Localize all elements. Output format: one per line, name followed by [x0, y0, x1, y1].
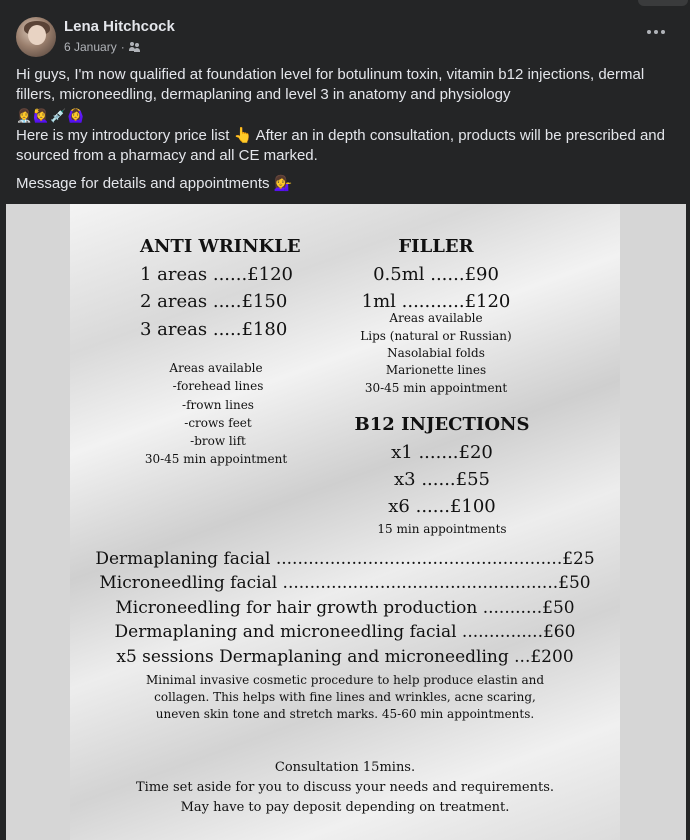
post-date[interactable]: 6 January: [64, 40, 117, 54]
anti-wrinkle-duration: 30-45 min appointment: [144, 452, 288, 466]
filler-area: Nasolabial folds: [387, 346, 485, 360]
anti-wrinkle-price: 1 areas ......£120: [140, 264, 293, 285]
price-list-flyer: ANTI WRINKLE 1 areas ......£120 2 areas …: [70, 204, 620, 840]
filler-duration: 30-45 min appointment: [364, 381, 508, 395]
consultation-line: Consultation 15mins.: [274, 760, 416, 775]
consultation-line: Time set aside for you to discuss your n…: [136, 780, 554, 795]
anti-wrinkle-title: ANTI WRINKLE: [140, 236, 301, 257]
anti-wrinkle-price: 3 areas .....£180: [140, 319, 288, 340]
meta-separator: ·: [120, 40, 125, 54]
dot-icon: [647, 30, 651, 34]
b12-price: x6 ......£100: [388, 496, 496, 517]
b12-title: B12 INJECTIONS: [354, 414, 530, 435]
filler-areas-title: Areas available: [389, 311, 483, 325]
anti-wrinkle-areas-title: Areas available: [169, 361, 263, 375]
anti-wrinkle-area: -crows feet: [184, 416, 252, 430]
b12-duration: 15 min appointments: [377, 522, 507, 536]
filler-title: FILLER: [398, 236, 474, 257]
filler-price: 0.5ml ......£90: [373, 264, 499, 285]
anti-wrinkle-area: -brow lift: [190, 434, 246, 448]
consultation-line: May have to pay deposit depending on tre…: [180, 800, 510, 815]
anti-wrinkle-price: 2 areas .....£150: [140, 291, 288, 312]
filler-area: Marionette lines: [385, 363, 487, 377]
filler-price: 1ml ...........£120: [361, 291, 511, 312]
post-meta: 6 January ·: [64, 40, 141, 54]
treatment-price: Microneedling facial ...................…: [99, 573, 591, 593]
author-name[interactable]: Lena Hitchcock: [64, 18, 175, 35]
more-options-button[interactable]: [640, 20, 672, 44]
treatment-note-line: Minimal invasive cosmetic procedure to h…: [145, 673, 545, 687]
treatment-price: Microneedling for hair growth production…: [115, 598, 575, 618]
post-text-paragraph-2: Here is my introductory price list 👆 Aft…: [16, 127, 665, 164]
friends-audience-icon[interactable]: [128, 42, 141, 52]
post-text-paragraph-3: Message for details and appointments 💁‍♀…: [16, 175, 293, 192]
dot-icon: [661, 30, 665, 34]
b12-price: x1 .......£20: [391, 442, 493, 463]
b12-price: x3 ......£55: [393, 469, 491, 490]
treatment-price: Dermaplaning facial ....................…: [95, 549, 595, 569]
post-text-paragraph-1: Hi guys, I'm now qualified at foundation…: [16, 66, 645, 103]
post-emoji-line: 👩‍⚕️🙋‍♀️💉🙆‍♀️: [16, 108, 85, 123]
anti-wrinkle-area: -frown lines: [182, 398, 254, 412]
filler-area: Lips (natural or Russian): [360, 329, 512, 343]
treatment-price: x5 sessions Dermaplaning and microneedli…: [116, 647, 574, 667]
top-edge-button[interactable]: [638, 0, 688, 6]
treatment-note-line: uneven skin tone and stretch marks. 45-6…: [155, 707, 535, 721]
post-photo[interactable]: ANTI WRINKLE 1 areas ......£120 2 areas …: [6, 204, 686, 840]
avatar-face: [28, 25, 46, 45]
dot-icon: [654, 30, 658, 34]
treatment-price: Dermaplaning and microneedling facial ..…: [114, 622, 576, 642]
treatment-note-line: collagen. This helps with fine lines and…: [154, 690, 536, 704]
anti-wrinkle-area: -forehead lines: [172, 379, 264, 393]
post-header: Lena Hitchcock 6 January ·: [0, 0, 690, 62]
avatar[interactable]: [16, 17, 56, 57]
